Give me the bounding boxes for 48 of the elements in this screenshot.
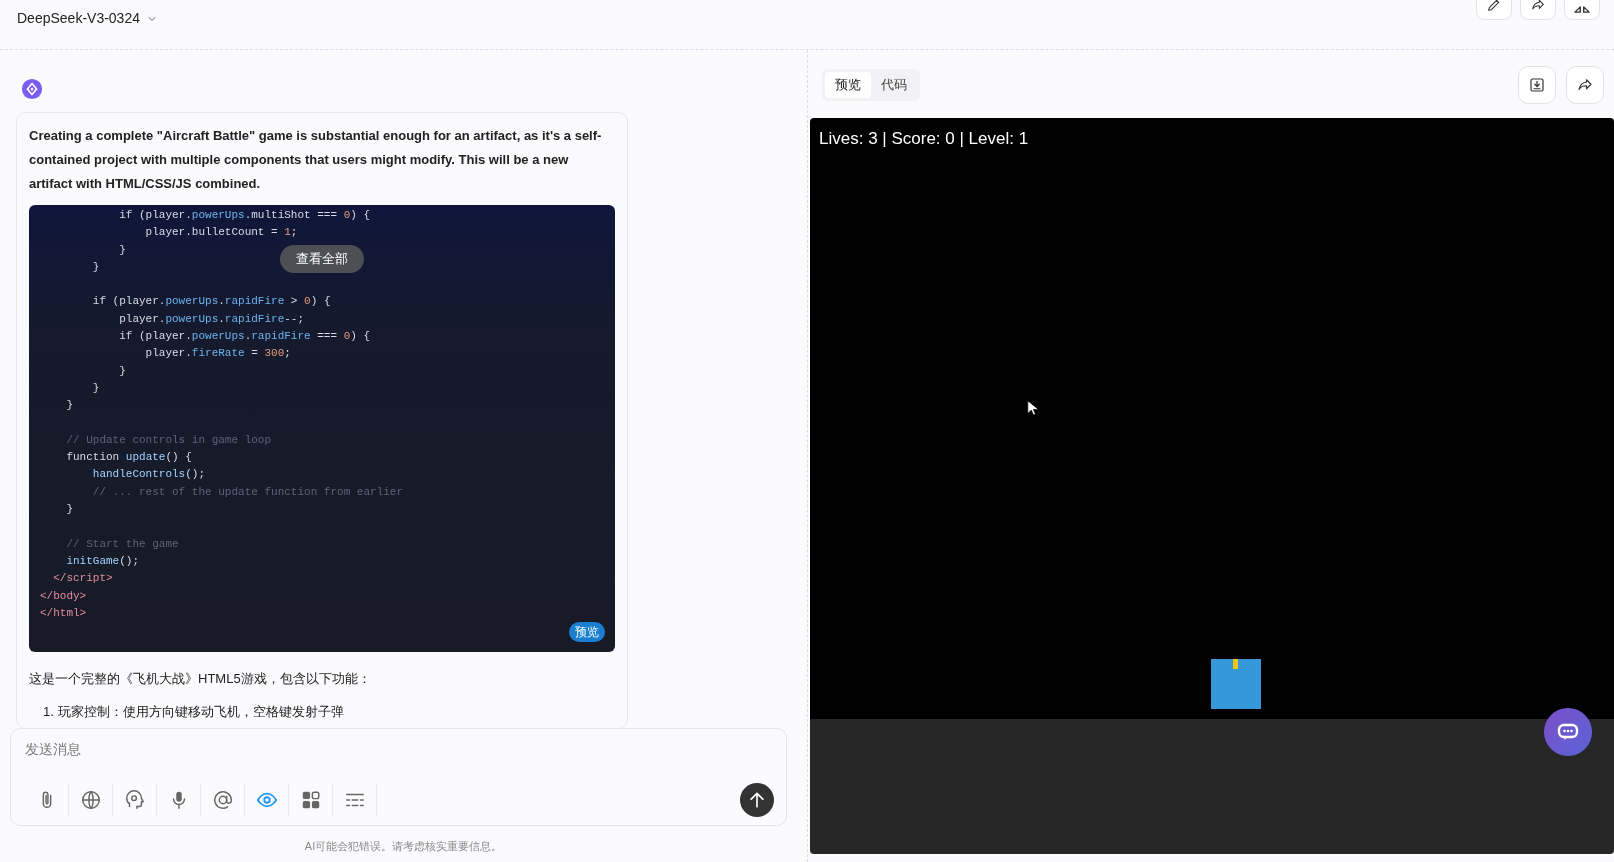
code-line: }: [65, 502, 73, 518]
mouse-cursor-icon: [1025, 398, 1039, 418]
model-name: DeepSeek-V3-0324: [17, 9, 140, 28]
message-paragraph: Creating a complete "Aircraft Battle" game is substantial enough for an artifact, as it's a self-contained project with multiple components that users might modify. This will be a new artifact with HTML/CSS/JS combined.: [29, 127, 603, 193]
player-ship: [1211, 659, 1261, 709]
collapse-icon: [1574, 6, 1590, 13]
message-input[interactable]: 发送消息: [25, 738, 774, 760]
disclaimer-text: AI可能会犯错误。请考虑核实重要信息。: [303, 838, 504, 854]
list-item-text: 玩家控制：使用方向键移动飞机，空格键发射子弹: [57, 703, 344, 721]
code-line: // ... rest of the update function from earlier: [91, 484, 404, 500]
code-line: }: [65, 398, 73, 414]
code-line: initGame();: [65, 553, 140, 569]
code-line: player.fireRate = 300;: [144, 346, 291, 362]
code-line: if (player.powerUps.rapidFire > 0) {: [91, 294, 331, 310]
code-line: // Start the game: [65, 536, 179, 552]
code-line: }: [118, 242, 126, 258]
code-line: handleControls();: [91, 467, 206, 483]
model-selector[interactable]: DeepSeek-V3-0324: [17, 8, 158, 29]
assistant-avatar-icon: [21, 78, 43, 100]
code-line: // Update controls in game loop: [65, 432, 272, 448]
code-line: player.powerUps.rapidFire--;: [118, 311, 305, 327]
code-line: }: [91, 380, 100, 396]
tab[interactable]: 代码: [871, 72, 917, 98]
share-button[interactable]: [1566, 66, 1604, 104]
send-button[interactable]: [740, 782, 774, 817]
list-number: 1.: [43, 703, 54, 721]
code-line: if (player.powerUps.multiShot === 0) {: [118, 208, 371, 223]
preview-button[interactable]: 预览: [569, 622, 605, 642]
bullet: [1233, 659, 1238, 669]
head-icon: [123, 788, 146, 811]
share-icon: [1530, 0, 1546, 13]
view-all-button[interactable]: 查看全部: [280, 245, 364, 273]
tab[interactable]: 预览: [825, 72, 871, 98]
globe-icon: [79, 788, 102, 811]
code-line: if (player.powerUps.rapidFire === 0) {: [118, 329, 371, 345]
message-paragraph: 这是一个完整的《飞机大战》HTML5游戏，包含以下功能：: [29, 670, 372, 688]
code-line: </script>: [52, 571, 113, 587]
game-status-text: Lives: 3 | Score: 0 | Level: 1: [819, 128, 1029, 150]
code-line: player.bulletCount = 1;: [144, 225, 298, 241]
pencil-icon: [1486, 0, 1502, 13]
code-line: function update() {: [65, 450, 192, 466]
at-sign-icon: [211, 788, 234, 811]
download-button[interactable]: [1518, 66, 1556, 104]
download-icon: [1528, 76, 1546, 94]
code-line: </html>: [40, 605, 87, 621]
code-line: }: [91, 259, 100, 275]
code-line: </body>: [40, 588, 87, 604]
code-line: }: [118, 363, 126, 379]
